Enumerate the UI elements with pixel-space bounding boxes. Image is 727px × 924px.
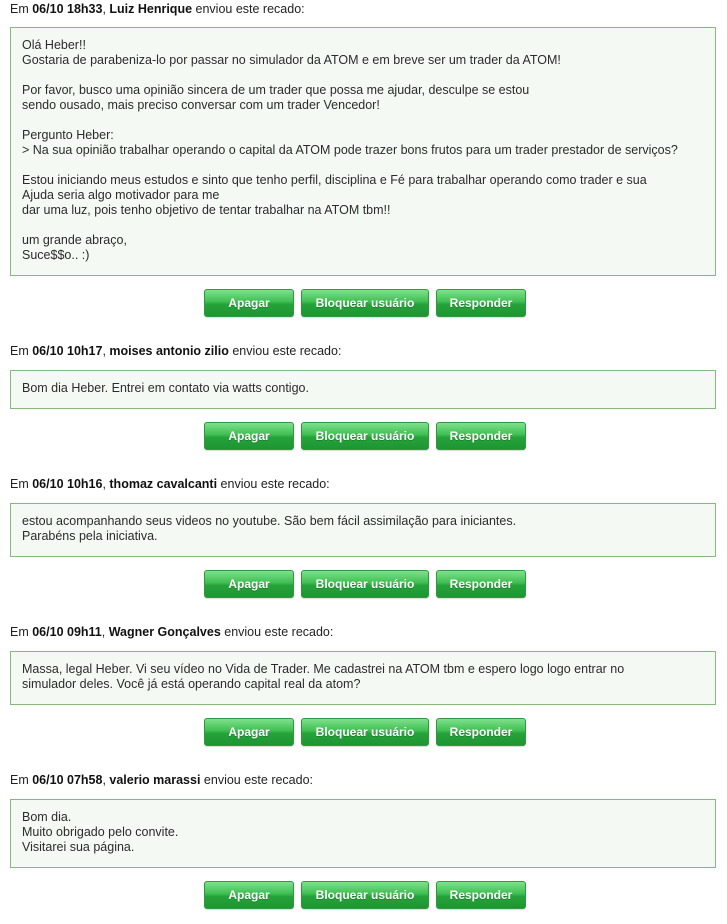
block-user-button[interactable]: Bloquear usuário [301,570,429,598]
header-suffix: enviou este recado: [192,2,305,16]
header-prefix: Em [10,344,33,358]
message-datetime: 06/10 10h17 [32,344,103,358]
message-header: Em 06/10 10h17, moises antonio zilio env… [10,344,342,358]
message-actions: Apagar Bloquear usuário Responder [204,570,526,598]
message-line [22,158,704,173]
delete-button[interactable]: Apagar [204,422,294,450]
delete-button[interactable]: Apagar [204,570,294,598]
message-line: > Na sua opinião trabalhar operando o ca… [22,143,678,157]
message-header: Em 06/10 10h16, thomaz cavalcanti enviou… [10,477,330,491]
message-sender: moises antonio zilio [109,344,229,358]
message-header: Em 06/10 09h11, Wagner Gonçalves enviou … [10,625,334,639]
message-actions: Apagar Bloquear usuário Responder [204,881,526,909]
message-sender: thomaz cavalcanti [109,477,218,491]
message-line [22,218,704,233]
message-line: estou acompanhando seus videos no youtub… [22,514,517,528]
header-suffix: enviou este recado: [220,625,334,639]
message-line: Bom dia Heber. Entrei em contato via wat… [22,381,309,395]
block-user-button[interactable]: Bloquear usuário [301,881,429,909]
header-suffix: enviou este recado: [217,477,330,491]
message-line: Pergunto Heber: [22,128,114,142]
delete-button[interactable]: Apagar [204,881,294,909]
reply-button[interactable]: Responder [436,881,526,909]
message-datetime: 06/10 07h58 [32,773,103,787]
block-user-button[interactable]: Bloquear usuário [301,422,429,450]
message-body: estou acompanhando seus videos no youtub… [10,503,716,557]
message-line: Gostaria de parabeniza-lo por passar no … [22,53,561,67]
header-prefix: Em [10,625,33,639]
message-line: Visitarei sua página. [22,840,135,854]
header-suffix: enviou este recado: [228,344,342,358]
message-datetime: 06/10 09h11 [32,625,102,639]
message-line: Muito obrigado pelo convite. [22,825,179,839]
delete-button[interactable]: Apagar [204,289,294,317]
message-actions: Apagar Bloquear usuário Responder [204,289,526,317]
reply-button[interactable]: Responder [436,718,526,746]
message-line: simulador deles. Você já está operando c… [22,677,361,691]
message-sender: valerio marassi [109,773,201,787]
message-line: Suce$$o.. :) [22,248,90,262]
reply-button[interactable]: Responder [436,422,526,450]
header-prefix: Em [10,2,33,16]
message-line: sendo ousado, mais preciso conversar com… [22,98,380,112]
message-line: Massa, legal Heber. Vi seu vídeo no Vida… [22,662,625,676]
message-actions: Apagar Bloquear usuário Responder [204,422,526,450]
header-prefix: Em [10,773,33,787]
header-prefix: Em [10,477,33,491]
message-line [22,113,704,128]
message-line: Estou iniciando meus estudos e sinto que… [22,173,647,187]
header-suffix: enviou este recado: [200,773,314,787]
message-body: Bom dia Heber. Entrei em contato via wat… [10,370,716,409]
block-user-button[interactable]: Bloquear usuário [301,289,429,317]
message-line: um grande abraço, [22,233,127,247]
message-line [22,68,704,83]
delete-button[interactable]: Apagar [204,718,294,746]
message-body: Olá Heber!! Gostaria de parabeniza-lo po… [10,27,716,276]
block-user-button[interactable]: Bloquear usuário [301,718,429,746]
message-body: Massa, legal Heber. Vi seu vídeo no Vida… [10,651,716,705]
message-datetime: 06/10 10h16 [32,477,103,491]
reply-button[interactable]: Responder [436,570,526,598]
message-header: Em 06/10 07h58, valerio marassi enviou e… [10,773,314,787]
message-line: Parabéns pela iniciativa. [22,529,158,543]
message-line: Por favor, busco uma opinião sincera de … [22,83,530,97]
message-datetime: 06/10 18h33 [32,2,103,16]
message-sender: Luiz Henrique [109,2,193,16]
message-line: Bom dia. [22,810,72,824]
message-actions: Apagar Bloquear usuário Responder [204,718,526,746]
message-body: Bom dia. Muito obrigado pelo convite. Vi… [10,799,716,868]
message-line: Ajuda seria algo motivador para me [22,188,220,202]
reply-button[interactable]: Responder [436,289,526,317]
message-header: Em 06/10 18h33, Luiz Henrique enviou est… [10,2,305,16]
message-sender: Wagner Gonçalves [108,625,221,639]
message-line: dar uma luz, pois tenho objetivo de tent… [22,203,391,217]
message-line: Olá Heber!! [22,38,86,52]
